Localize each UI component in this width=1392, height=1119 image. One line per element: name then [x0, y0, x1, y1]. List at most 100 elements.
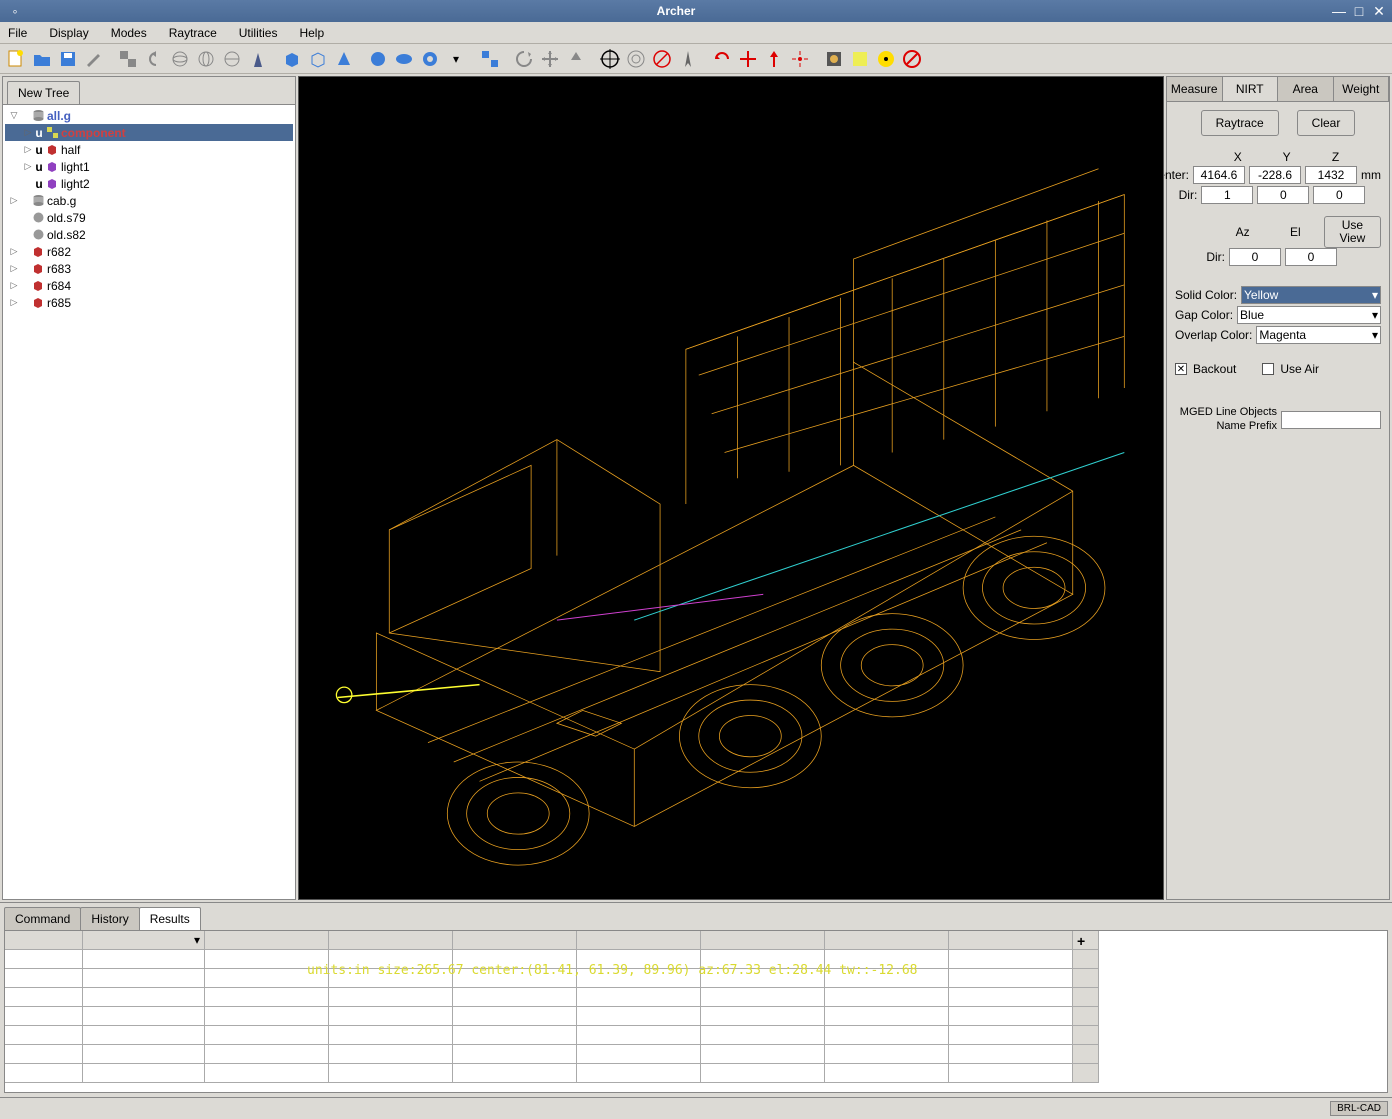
- grid-cell[interactable]: [825, 1045, 949, 1064]
- cone-icon[interactable]: [332, 47, 356, 71]
- overlap-color-select[interactable]: Magenta▾: [1256, 326, 1381, 344]
- grid-header[interactable]: +: [1073, 931, 1099, 950]
- cube-wire-icon[interactable]: [306, 47, 330, 71]
- grid-cell[interactable]: [949, 1007, 1073, 1026]
- preferences-icon[interactable]: [82, 47, 106, 71]
- center-x-input[interactable]: [1193, 166, 1245, 184]
- wizard-icon[interactable]: [246, 47, 270, 71]
- grid-cell[interactable]: [949, 1064, 1073, 1083]
- grid-cell[interactable]: [329, 1045, 453, 1064]
- up-red-icon[interactable]: [762, 47, 786, 71]
- clear-button[interactable]: Clear: [1297, 110, 1356, 136]
- open-icon[interactable]: [30, 47, 54, 71]
- grid-cell[interactable]: [5, 1064, 83, 1083]
- move-icon[interactable]: [538, 47, 562, 71]
- tree-body[interactable]: ▽all.g▷ucomponent▷uhalf▷ulight1ulight2▷c…: [3, 105, 295, 899]
- torus-icon[interactable]: [418, 47, 442, 71]
- viewport-canvas[interactable]: [299, 77, 1163, 957]
- tab-weight[interactable]: Weight: [1334, 77, 1390, 101]
- menu-help[interactable]: Help: [295, 24, 328, 42]
- tree-item[interactable]: ▷cab.g: [5, 192, 293, 209]
- grid-cell[interactable]: [453, 1045, 577, 1064]
- grid-header[interactable]: [5, 931, 83, 950]
- menu-utilities[interactable]: Utilities: [235, 24, 282, 42]
- dir-y-input[interactable]: [1257, 186, 1309, 204]
- menu-file[interactable]: File: [4, 24, 31, 42]
- sphere-icon[interactable]: [366, 47, 390, 71]
- grid-cell[interactable]: [1073, 1045, 1099, 1064]
- solid-color-select[interactable]: Yellow▾: [1241, 286, 1381, 304]
- render2-icon[interactable]: [848, 47, 872, 71]
- move-red-icon[interactable]: [736, 47, 760, 71]
- grid-cell[interactable]: [949, 1026, 1073, 1045]
- grid-cell[interactable]: [1073, 1007, 1099, 1026]
- tab-results[interactable]: Results: [139, 907, 201, 930]
- tree-item[interactable]: ▷r685: [5, 294, 293, 311]
- grid-cell[interactable]: [83, 1045, 205, 1064]
- grid-cell[interactable]: [205, 988, 329, 1007]
- grid-cell[interactable]: [701, 1007, 825, 1026]
- minimize-icon[interactable]: —: [1330, 3, 1348, 19]
- prefix-input[interactable]: [1281, 411, 1381, 429]
- tab-nirt[interactable]: NIRT: [1223, 77, 1279, 101]
- grid-cell[interactable]: [825, 1064, 949, 1083]
- grid-header[interactable]: [205, 931, 329, 950]
- tree-item[interactable]: ▷ulight1: [5, 158, 293, 175]
- grid-header[interactable]: [949, 931, 1073, 950]
- grid-cell[interactable]: [83, 988, 205, 1007]
- use-view-button[interactable]: Use View: [1324, 216, 1381, 248]
- grid-cell[interactable]: [83, 969, 205, 988]
- tree-item[interactable]: ulight2: [5, 175, 293, 192]
- grid-cell[interactable]: [577, 988, 701, 1007]
- rotate-icon[interactable]: [512, 47, 536, 71]
- grid-cell[interactable]: [5, 988, 83, 1007]
- grid-cell[interactable]: [83, 1007, 205, 1026]
- grid-cell[interactable]: [701, 1064, 825, 1083]
- new-icon[interactable]: [4, 47, 28, 71]
- tab-history[interactable]: History: [80, 907, 139, 930]
- cancel-icon[interactable]: [900, 47, 924, 71]
- grid-cell[interactable]: [5, 1007, 83, 1026]
- tree-item[interactable]: ▷ucomponent: [5, 124, 293, 141]
- dir-az-input[interactable]: [1229, 248, 1281, 266]
- grid-cell[interactable]: [329, 1026, 453, 1045]
- grid-header[interactable]: [577, 931, 701, 950]
- grid-header[interactable]: [329, 931, 453, 950]
- tab-area[interactable]: Area: [1278, 77, 1334, 101]
- grid-cell[interactable]: [1073, 988, 1099, 1007]
- raytrace-button[interactable]: Raytrace: [1201, 110, 1279, 136]
- grid-header[interactable]: [701, 931, 825, 950]
- center-z-input[interactable]: [1305, 166, 1357, 184]
- dir-z-input[interactable]: [1313, 186, 1365, 204]
- backout-checkbox[interactable]: ✕: [1175, 363, 1187, 375]
- use-air-checkbox[interactable]: [1262, 363, 1274, 375]
- grid-header[interactable]: [825, 931, 949, 950]
- grid-cell[interactable]: [701, 1045, 825, 1064]
- wireframe1-icon[interactable]: [168, 47, 192, 71]
- grid-cell[interactable]: [825, 1007, 949, 1026]
- grid-cell[interactable]: [83, 1064, 205, 1083]
- tree-item[interactable]: old.s82: [5, 226, 293, 243]
- viewport[interactable]: units:in size:265.67 center:(81.41, 61.3…: [298, 76, 1164, 900]
- tab-measure[interactable]: Measure: [1167, 77, 1223, 101]
- sysmenu-icon[interactable]: ◦: [6, 3, 24, 19]
- save-icon[interactable]: [56, 47, 80, 71]
- target2-icon[interactable]: [624, 47, 648, 71]
- grid-cell[interactable]: [577, 1026, 701, 1045]
- target-icon[interactable]: [598, 47, 622, 71]
- grid-cell[interactable]: [577, 1064, 701, 1083]
- menu-modes[interactable]: Modes: [107, 24, 151, 42]
- grid-cell[interactable]: [453, 1026, 577, 1045]
- close-icon[interactable]: ✕: [1370, 3, 1388, 19]
- grid-cell[interactable]: [205, 1026, 329, 1045]
- grid-cell[interactable]: [949, 988, 1073, 1007]
- grid-cell[interactable]: [5, 1026, 83, 1045]
- grid-cell[interactable]: [329, 1007, 453, 1026]
- grid-cell[interactable]: [453, 1064, 577, 1083]
- dir-x-input[interactable]: [1201, 186, 1253, 204]
- wireframe2-icon[interactable]: [194, 47, 218, 71]
- radiation-icon[interactable]: [874, 47, 898, 71]
- grid-cell[interactable]: [701, 1026, 825, 1045]
- grid-cell[interactable]: [5, 950, 83, 969]
- menu-raytrace[interactable]: Raytrace: [165, 24, 221, 42]
